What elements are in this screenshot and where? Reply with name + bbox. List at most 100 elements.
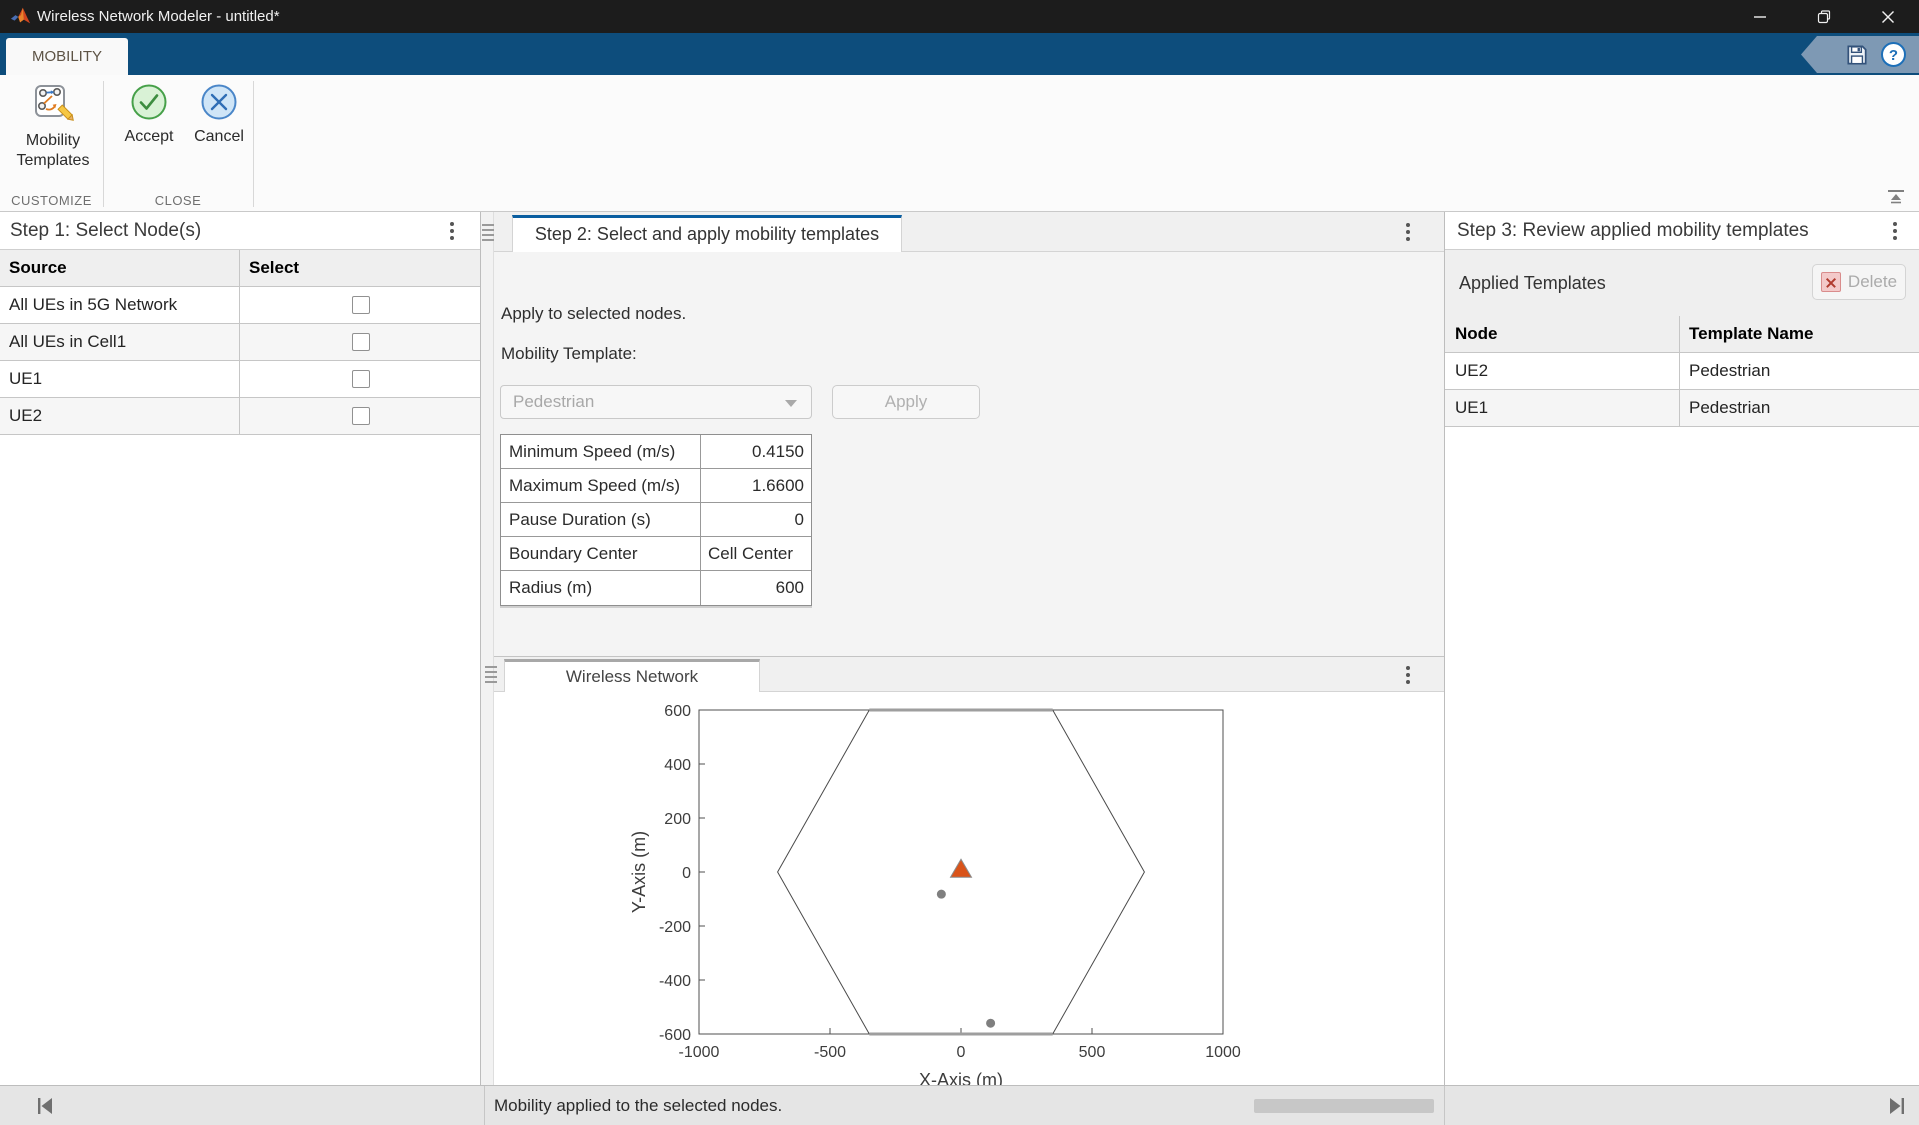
table-row: All UEs in Cell1: [0, 324, 480, 361]
close-section-label: CLOSE: [103, 193, 253, 208]
wireless-network-modeler-window: Wireless Network Modeler - untitled* MOB…: [0, 0, 1919, 1125]
ue-node-marker: [986, 1019, 995, 1028]
y-tick-label: 0: [682, 865, 691, 882]
skip-start-icon[interactable]: [36, 1096, 54, 1116]
matlab-logo-icon: [10, 5, 32, 27]
scrollbar-thumb[interactable]: [1254, 1099, 1434, 1113]
step1-kebab-menu-icon[interactable]: [450, 222, 454, 240]
close-button[interactable]: [1857, 0, 1919, 33]
step3-panel: Step 3: Review applied mobility template…: [1444, 212, 1919, 1085]
step2-tabbar: Step 2: Select and apply mobility templa…: [494, 212, 1444, 252]
window-title: Wireless Network Modeler - untitled*: [37, 0, 280, 33]
chevron-down-icon: [785, 400, 797, 407]
statusbar-divider: [1444, 1086, 1445, 1125]
drag-grip-icon[interactable]: [482, 224, 494, 242]
param-name: Boundary Center: [501, 537, 701, 570]
step3-table-header: Node Template Name: [1445, 316, 1919, 353]
step1-col-select: Select: [240, 250, 480, 286]
tab-mobility[interactable]: MOBILITY: [6, 38, 128, 75]
x-axis-label: X-Axis (m): [919, 1070, 1003, 1085]
accept-icon: [130, 83, 168, 121]
applied-node: UE2: [1445, 353, 1680, 389]
step1-title: Step 1: Select Node(s): [10, 212, 201, 250]
cancel-icon: [200, 83, 238, 121]
param-value[interactable]: 1.6600: [701, 469, 811, 502]
mobility-templates-icon: [32, 83, 74, 125]
param-value[interactable]: Cell Center: [701, 537, 811, 570]
step3-col-node: Node: [1445, 316, 1680, 352]
ribbon-toolbar: Mobility Templates CUSTOMIZE Accept Canc…: [0, 75, 1919, 212]
select-checkbox[interactable]: [352, 296, 370, 314]
step3-panel-header: Step 3: Review applied mobility template…: [1445, 212, 1919, 250]
table-row[interactable]: UE1 Pedestrian: [1445, 390, 1919, 427]
applied-template: Pedestrian: [1680, 353, 1919, 389]
y-tick-label: -200: [659, 919, 691, 936]
param-value[interactable]: 600: [701, 571, 811, 605]
save-button[interactable]: [1843, 41, 1870, 68]
param-name: Radius (m): [501, 571, 701, 605]
accept-label: Accept: [116, 127, 182, 147]
y-tick-label: -600: [659, 1027, 691, 1044]
applied-template: Pedestrian: [1680, 390, 1919, 426]
select-checkbox[interactable]: [352, 407, 370, 425]
param-name: Maximum Speed (m/s): [501, 469, 701, 502]
mobility-template-dropdown[interactable]: Pedestrian: [500, 385, 812, 419]
param-row: Maximum Speed (m/s) 1.6600: [501, 469, 811, 503]
network-plot[interactable]: -1000-50005001000-600-400-2000200400600X…: [494, 692, 1444, 1085]
tab-wireless-network[interactable]: Wireless Network: [504, 659, 760, 693]
quick-access-toolbar: ?: [1801, 36, 1919, 73]
panel-splitter[interactable]: [480, 212, 494, 1085]
minimize-button[interactable]: [1729, 0, 1791, 33]
help-icon: ?: [1880, 41, 1907, 68]
step1-table-header: Source Select: [0, 250, 480, 287]
skip-end-icon[interactable]: [1888, 1096, 1906, 1116]
network-view-kebab-menu-icon[interactable]: [1406, 666, 1410, 684]
network-view-tabbar: Wireless Network: [494, 656, 1444, 692]
applied-node: UE1: [1445, 390, 1680, 426]
param-row: Boundary Center Cell Center: [501, 537, 811, 571]
node-source-label: All UEs in 5G Network: [0, 287, 240, 323]
param-value[interactable]: 0: [701, 503, 811, 536]
collapse-ribbon-icon[interactable]: [1885, 189, 1907, 205]
param-name: Pause Duration (s): [501, 503, 701, 536]
delete-x-icon: [1821, 272, 1841, 292]
param-row: Radius (m) 600: [501, 571, 811, 605]
table-row: All UEs in 5G Network: [0, 287, 480, 324]
apply-button[interactable]: Apply: [832, 385, 980, 419]
y-tick-label: 200: [664, 811, 691, 828]
param-row: Minimum Speed (m/s) 0.4150: [501, 435, 811, 469]
table-row: UE2: [0, 398, 480, 435]
x-tick-label: -500: [814, 1044, 846, 1061]
select-checkbox[interactable]: [352, 370, 370, 388]
step3-title: Step 3: Review applied mobility template…: [1457, 212, 1809, 250]
table-row[interactable]: UE2 Pedestrian: [1445, 353, 1919, 390]
delete-label: Delete: [1848, 272, 1897, 292]
table-row: UE1: [0, 361, 480, 398]
step2-kebab-menu-icon[interactable]: [1406, 223, 1410, 241]
step3-kebab-menu-icon[interactable]: [1893, 222, 1897, 240]
step1-col-source: Source: [0, 250, 240, 286]
y-tick-label: 600: [664, 703, 691, 720]
tab-step2[interactable]: Step 2: Select and apply mobility templa…: [512, 215, 902, 252]
x-tick-label: 0: [957, 1044, 966, 1061]
select-checkbox[interactable]: [352, 333, 370, 351]
ribbon-tab-row: MOBILITY ?: [0, 33, 1919, 75]
node-source-label: UE2: [0, 398, 240, 434]
mobility-templates-button[interactable]: Mobility Templates: [10, 83, 96, 171]
drag-grip-icon[interactable]: [485, 666, 497, 684]
restore-button[interactable]: [1793, 0, 1855, 33]
step3-col-template: Template Name: [1680, 316, 1919, 352]
cancel-button[interactable]: Cancel: [186, 83, 252, 147]
close-icon: [1881, 10, 1895, 24]
x-tick-label: 500: [1079, 1044, 1106, 1061]
svg-text:?: ?: [1889, 47, 1898, 64]
statusbar: Mobility applied to the selected nodes.: [0, 1085, 1919, 1125]
delete-button[interactable]: Delete: [1812, 264, 1906, 300]
step1-panel-header: Step 1: Select Node(s): [0, 212, 480, 250]
network-figure: -1000-50005001000-600-400-2000200400600X…: [494, 692, 1444, 1085]
accept-button[interactable]: Accept: [116, 83, 182, 147]
help-button[interactable]: ?: [1880, 41, 1907, 68]
minimize-icon: [1753, 10, 1767, 24]
param-value[interactable]: 0.4150: [701, 435, 811, 468]
applied-templates-band: Applied Templates Delete: [1445, 250, 1919, 316]
